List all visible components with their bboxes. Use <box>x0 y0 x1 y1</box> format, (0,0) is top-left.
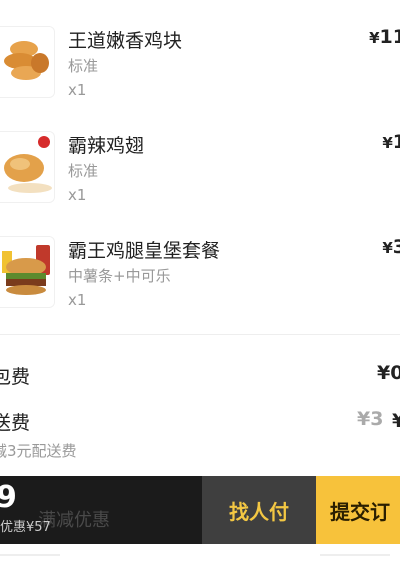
item-price-value: 11 <box>379 26 400 48</box>
pay-for-me-button[interactable]: 找人付 <box>202 476 316 544</box>
item-quantity: x1 <box>68 186 87 204</box>
packing-fee-label: 包费 <box>0 366 31 388</box>
checkout-bar: 满减优惠 9 优惠¥57 找人付 提交订 <box>0 476 400 544</box>
spicy-chicken-wings-image <box>0 131 55 203</box>
delivery-fee-note: 减3元配送费 <box>0 442 77 460</box>
item-price: ¥3 <box>382 236 400 258</box>
item-price: ¥11 <box>369 26 400 48</box>
saved-amount: 优惠¥57 <box>0 520 51 535</box>
currency-symbol: ¥ <box>382 239 393 257</box>
item-spec: 标准 <box>68 57 99 75</box>
item-spec: 标准 <box>68 162 99 180</box>
item-name: 霸王鸡腿皇堡套餐 <box>68 240 221 262</box>
submit-order-label: 提交订 <box>330 500 390 524</box>
currency-symbol: ¥ <box>369 29 380 47</box>
bottom-edge <box>0 548 400 567</box>
total-amount: 9 <box>0 480 17 515</box>
total-section: 满减优惠 9 优惠¥57 <box>0 476 202 544</box>
item-name: 王道嫩香鸡块 <box>68 30 183 52</box>
item-quantity: x1 <box>68 81 87 99</box>
delivery-fee-label: 送费 <box>0 412 31 434</box>
delivery-fee-original: ¥3 <box>357 408 384 430</box>
order-item: 霸辣鸡翅 标准 x1 ¥1 <box>0 105 400 205</box>
burger-combo-image <box>0 236 55 308</box>
item-name: 霸辣鸡翅 <box>68 135 145 157</box>
order-item: 霸王鸡腿皇堡套餐 中薯条+中可乐 x1 ¥3 <box>0 210 400 310</box>
submit-order-button[interactable]: 提交订 <box>316 476 400 544</box>
currency-symbol: ¥ <box>382 134 393 152</box>
packing-fee-value: ¥0 <box>377 362 400 384</box>
order-item: 王道嫩香鸡块 标准 x1 ¥11 <box>0 0 400 100</box>
item-spec: 中薯条+中可乐 <box>68 267 171 285</box>
item-price-value: 1 <box>392 131 400 153</box>
item-price: ¥1 <box>382 131 400 153</box>
delivery-fee-value: ¥ <box>392 410 400 432</box>
item-quantity: x1 <box>68 291 87 309</box>
section-divider <box>0 334 400 335</box>
item-price-value: 3 <box>392 236 400 258</box>
chicken-nuggets-image <box>0 26 55 98</box>
